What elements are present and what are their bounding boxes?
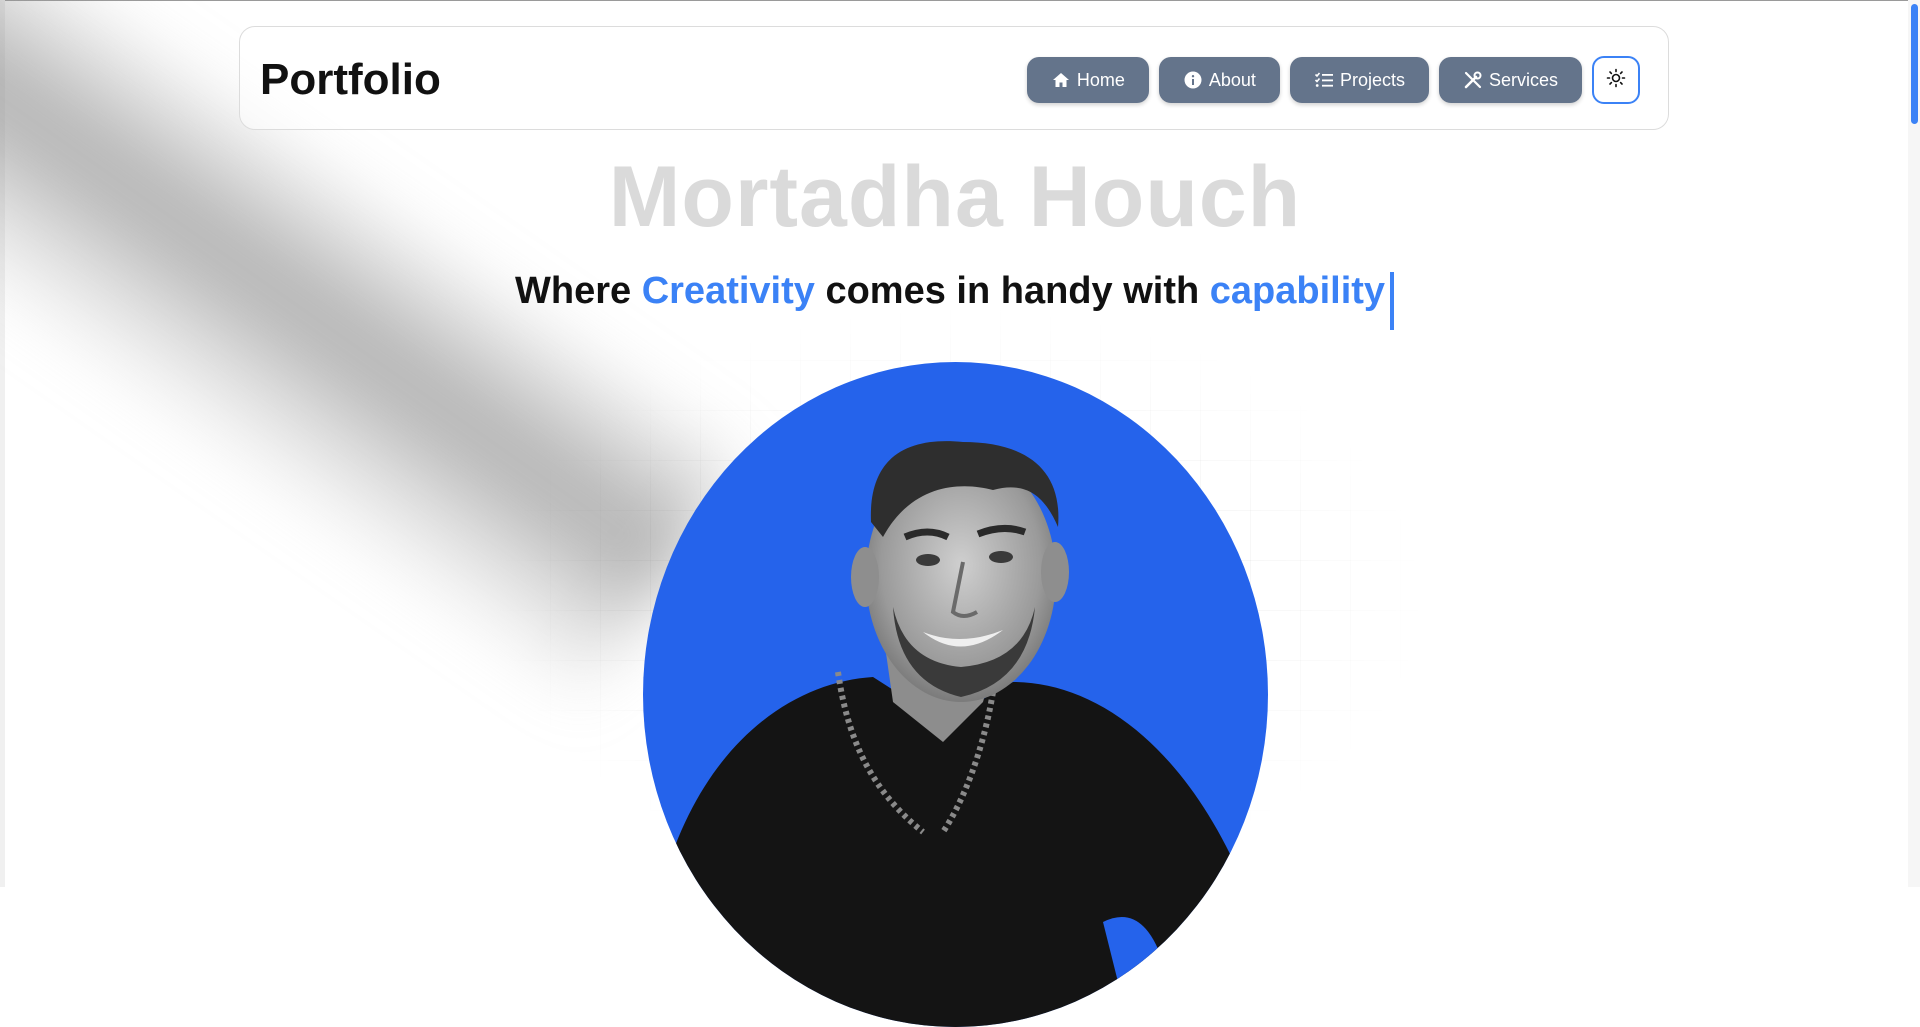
nav-services-button[interactable]: Services	[1438, 57, 1582, 103]
typing-caret	[1390, 272, 1394, 330]
nav-home-label: Home	[1076, 69, 1125, 90]
tagline-highlight-capability: capability	[1209, 270, 1386, 312]
theme-toggle-button[interactable]	[1592, 56, 1640, 104]
scrollbar-thumb[interactable]	[1911, 4, 1918, 124]
info-icon	[1183, 70, 1203, 90]
nav-home-button[interactable]: Home	[1026, 57, 1149, 103]
list-check-icon	[1314, 70, 1334, 90]
home-icon	[1051, 70, 1071, 90]
tagline-highlight-creativity: Creativity	[641, 270, 815, 312]
sun-icon	[1606, 68, 1626, 93]
page-scrollbar[interactable]	[1908, 0, 1920, 887]
hero-tagline: Where Creativity comes in handy with cap…	[515, 270, 1385, 313]
tools-icon	[1463, 70, 1483, 90]
nav-links: Home About Projects Services	[1017, 56, 1640, 104]
tagline-text-2: comes in handy with	[814, 270, 1210, 312]
hero-name: Mortadha Houch	[608, 149, 1302, 245]
nav-projects-label: Projects	[1339, 69, 1405, 90]
nav-about-button[interactable]: About	[1158, 57, 1280, 103]
profile-photo	[643, 362, 1268, 1027]
nav-services-label: Services	[1488, 69, 1558, 90]
tagline-text-1: Where	[515, 270, 642, 312]
brand-logo[interactable]: Portfolio	[260, 55, 441, 105]
navbar: Portfolio Home About Projects Services	[239, 26, 1669, 130]
nav-about-label: About	[1208, 69, 1256, 90]
nav-projects-button[interactable]: Projects	[1289, 57, 1429, 103]
window-top-border	[0, 0, 1920, 1]
